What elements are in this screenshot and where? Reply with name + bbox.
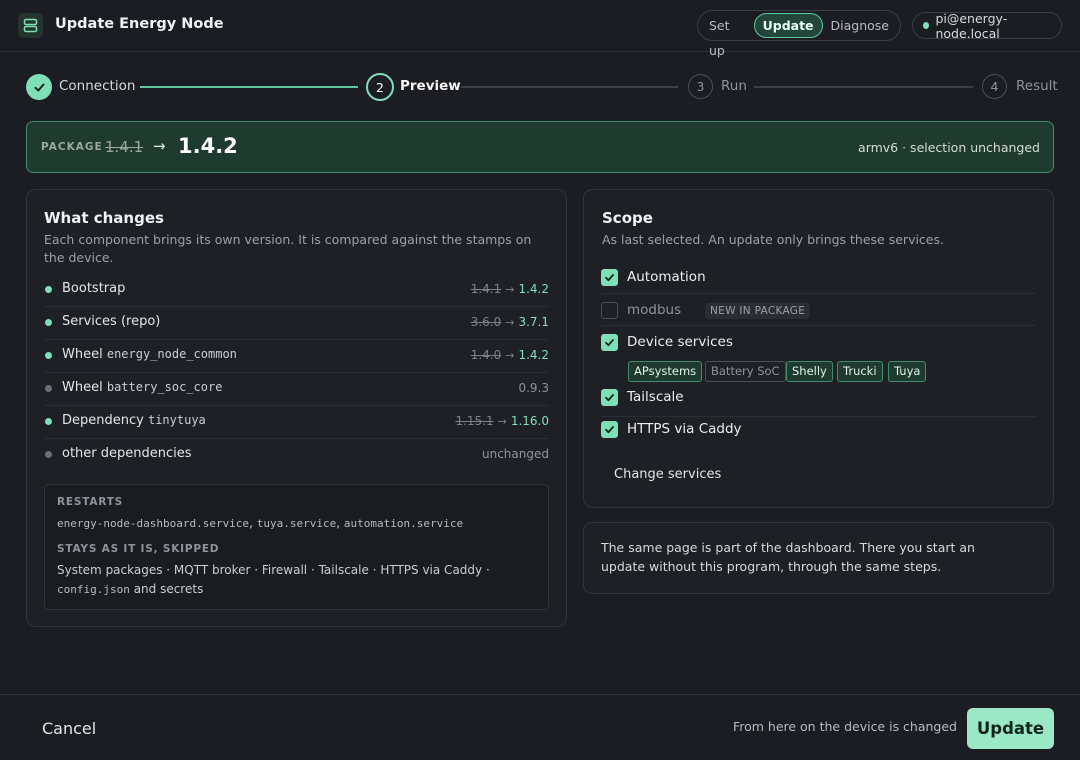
changes-panel: What changes Each component brings its o… [26,189,567,627]
scope-item-https-caddy[interactable]: HTTPS via Caddy [601,417,1036,449]
change-row: Dependency tinytuya 1.15.1 → 1.16.0 [44,406,549,439]
app-header: Update Energy Node Set up Update Diagnos… [0,0,1080,58]
app-title: Update Energy Node [55,16,224,32]
device-chip-shelly[interactable]: Shelly [786,361,833,382]
step-1-done-check-icon [26,74,52,100]
component-version: unchanged [482,447,549,461]
checkbox-checked-icon[interactable] [601,421,618,438]
mode-switch: Set up Update Diagnose [697,10,901,58]
change-row: other dependencies unchanged [44,439,549,472]
changes-title: What changes [44,209,164,227]
footer-note: From here on the device is changed [732,719,957,734]
info-text: The same page is part of the dashboard. … [601,540,975,574]
component-name: Wheel energy_node_common [62,347,237,362]
checkbox-unchecked-icon[interactable] [601,302,618,319]
tab-update[interactable]: Update [753,13,823,38]
package-banner: PACKAGE 1.4.1 → 1.4.2 armv6 · selection … [26,121,1054,173]
component-name: Dependency tinytuya [62,413,206,428]
checkbox-checked-icon[interactable] [601,389,618,406]
step-3-number: 3 [696,79,705,94]
change-services-button[interactable]: Change services [614,467,721,482]
tab-diagnose[interactable]: Diagnose [823,13,897,38]
status-dot [923,22,930,29]
step-4-circle: 4 [982,74,1007,99]
restarts-box: RESTARTS energy-node-dashboard.service, … [44,484,549,610]
package-note: armv6 · selection unchanged [858,140,1040,155]
restarts-label: RESTARTS [57,496,124,508]
step-4-number: 4 [990,79,999,94]
skipped-label: STAYS AS IT IS, SKIPPED [57,543,220,555]
new-badge: NEW IN PACKAGE [705,303,811,319]
device-chip-apsystems[interactable]: APsystems [628,361,703,382]
device-chips: APsystems Battery SoC Shelly Trucki Tuya [628,361,1028,383]
step-2-number: 2 [376,79,384,95]
component-name: Services (repo) [62,314,161,329]
step-3-circle: 3 [688,74,713,99]
step-2-label: Preview [400,78,461,94]
component-name: Bootstrap [62,281,126,296]
changed-dot [45,352,52,359]
step-1-label: Connection [59,78,136,94]
scope-item-label: HTTPS via Caddy [627,421,742,437]
scope-subtitle: As last selected. An update only brings … [602,232,944,247]
scope-item-label: modbus [627,302,682,318]
component-version: 1.15.1 → 1.16.0 [455,414,549,428]
scope-item-label: Device services [627,334,733,350]
checkbox-checked-icon[interactable] [601,334,618,351]
scope-item-label: Tailscale [627,389,684,405]
step-3-label: Run [721,78,747,94]
device-chip-trucki[interactable]: Trucki [837,361,883,382]
change-row: Services (repo) 3.6.0 → 3.7.1 [44,307,549,340]
component-version: 0.9.3 [518,381,549,395]
device-chip-battery-soc[interactable]: Battery SoC [705,361,786,382]
change-row: Wheel battery_soc_core 0.9.3 [44,373,549,406]
changed-dot [45,418,52,425]
footer-bar: Cancel From here on the device is change… [0,694,1080,760]
info-panel: The same page is part of the dashboard. … [583,522,1054,594]
package-old-version: 1.4.1 [105,138,144,156]
scope-title: Scope [602,209,653,227]
component-version: 3.6.0 → 3.7.1 [470,315,549,329]
component-version: 1.4.1 → 1.4.2 [470,282,549,296]
unchanged-dot [45,451,52,458]
component-name: other dependencies [62,446,192,461]
device-chip-tuya[interactable]: Tuya [888,361,927,382]
changes-subtitle: Each component brings its own version. I… [44,232,532,265]
step-connector [140,86,358,88]
step-connector [461,86,678,88]
component-version: 1.4.0 → 1.4.2 [470,348,549,362]
restarts-list: energy-node-dashboard.service, tuya.serv… [57,516,464,530]
step-2-circle: 2 [366,73,394,101]
cancel-button[interactable]: Cancel [42,719,96,738]
scope-panel: Scope As last selected. An update only b… [583,189,1054,508]
host-indicator: pi@energy-node.local [912,10,1062,41]
step-connector [754,86,973,88]
change-row: Wheel energy_node_common 1.4.0 → 1.4.2 [44,340,549,373]
scope-item-label: Automation [627,269,706,285]
scope-item-modbus[interactable]: modbus NEW IN PACKAGE [601,294,1036,326]
unchanged-dot [45,385,52,392]
server-icon [18,13,43,38]
update-button[interactable]: Update [967,708,1054,749]
changed-dot [45,319,52,326]
scope-item-automation[interactable]: Automation [601,262,1036,294]
host-address: pi@energy-node.local [935,10,1008,41]
arrow-right-icon: → [153,137,166,155]
tab-setup[interactable]: Set up [701,13,754,58]
skipped-list: System packages · MQTT broker · Firewall… [57,563,490,596]
package-new-version: 1.4.2 [178,134,238,158]
checkbox-checked-icon[interactable] [601,269,618,286]
changed-dot [45,286,52,293]
change-row: Bootstrap 1.4.1 → 1.4.2 [44,274,549,307]
package-label: PACKAGE [41,141,103,153]
component-name: Wheel battery_soc_core [62,380,223,395]
scope-item-tailscale[interactable]: Tailscale [601,385,1036,417]
step-4-label: Result [1016,78,1058,94]
